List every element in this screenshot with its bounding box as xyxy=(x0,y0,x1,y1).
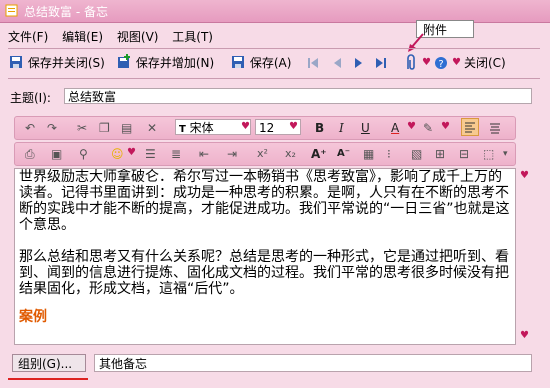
group-underline xyxy=(8,378,88,380)
attachment-icon[interactable] xyxy=(402,54,418,72)
insert-table-icon[interactable]: ▦ xyxy=(363,146,374,162)
subscript-icon[interactable]: x₂ xyxy=(285,146,296,162)
format-toolbar: ↶ ↷ ✂ ❐ ▤ ✕ T 宋体 ♥ 12 ♥ B I U A ♥ ✎ ♥ xyxy=(14,116,516,140)
heart-icon: ♥ xyxy=(422,57,431,68)
scroll-down-icon[interactable]: ♥ xyxy=(520,330,529,341)
save-close-button[interactable]: 保存并关闭(S) xyxy=(8,53,105,73)
subject-label: 主题(I): xyxy=(10,91,51,105)
previous-record-icon[interactable] xyxy=(330,56,344,70)
paragraph-toolbar: ⎙ ▣ ⚲ ☺ ♥ ☰ ≣ ⇤ ⇥ x² x₂ A⁺ A⁻ ▦ ⁝ ▧ ⊞ ⊟ … xyxy=(14,142,516,166)
save-close-icon xyxy=(10,56,22,68)
align-left-icon[interactable] xyxy=(461,118,479,136)
main-toolbar: 保存并关闭(S) 保存并增加(N) 保存(A) ♥ ? ♥ 关闭(C) xyxy=(8,53,514,73)
heart-icon: ♥ xyxy=(452,57,461,68)
numbered-list-icon[interactable]: ≣ xyxy=(171,146,181,162)
paste-icon[interactable]: ▤ xyxy=(121,120,132,136)
memo-window: 总结致富 - 备忘 附件 文件(F) 编辑(E) 视图(V) 工具(T) 保存并… xyxy=(0,0,550,388)
menu-bar: 文件(F) 编辑(E) 视图(V) 工具(T) xyxy=(8,28,223,46)
font-size-value: 12 xyxy=(259,121,275,135)
bullet-list-icon[interactable]: ☰ xyxy=(145,146,156,162)
editor-scrollbar[interactable]: ♥ ♥ xyxy=(516,168,534,343)
save-icon xyxy=(232,56,244,68)
next-record-icon[interactable] xyxy=(352,56,366,70)
first-record-icon[interactable] xyxy=(306,56,320,70)
save-add-button[interactable]: 保存并增加(N) xyxy=(116,53,214,73)
print-icon[interactable]: ⎙ xyxy=(25,146,35,162)
preview-icon[interactable]: ▣ xyxy=(51,146,62,162)
menu-tools[interactable]: 工具(T) xyxy=(172,28,213,45)
redo-icon[interactable]: ↷ xyxy=(47,120,57,136)
window-title: 总结致富 - 备忘 xyxy=(24,5,108,19)
menu-edit[interactable]: 编辑(E) xyxy=(62,28,103,45)
editor-paragraph: 世界级励志大师拿破仑．希尔写过一本畅销书《思考致富》，影响了成千上万的读者。记得… xyxy=(19,169,510,233)
save-label: 保存(A) xyxy=(249,56,292,70)
highlight-icon[interactable]: ✎ xyxy=(423,120,433,136)
grow-font-icon[interactable]: A⁺ xyxy=(311,146,327,162)
insert-object-icon[interactable]: ⬚ xyxy=(483,146,494,162)
scroll-up-icon[interactable]: ♥ xyxy=(520,170,529,181)
delete-icon[interactable]: ✕ xyxy=(147,120,157,136)
last-record-icon[interactable] xyxy=(374,56,388,70)
line-spacing-icon[interactable]: ⁝ xyxy=(387,146,391,162)
group-button[interactable]: 组别(G)... xyxy=(12,354,86,372)
insert-image-icon[interactable]: ▧ xyxy=(411,146,422,162)
save-button[interactable]: 保存(A) xyxy=(230,53,291,73)
editor-paragraph xyxy=(15,233,515,249)
insert-row-icon[interactable]: ⊞ xyxy=(435,146,445,162)
toolbar-more-icon[interactable]: ▾ xyxy=(503,146,508,162)
find-icon[interactable]: ⚲ xyxy=(79,146,88,162)
align-center-icon[interactable] xyxy=(487,120,503,136)
split-cell-icon[interactable]: ⊟ xyxy=(459,146,469,162)
close-label: 关闭(C) xyxy=(464,56,506,70)
memo-editor[interactable]: 世界级励志大师拿破仑．希尔写过一本畅销书《思考致富》，影响了成千上万的读者。记得… xyxy=(14,168,516,345)
category-field[interactable]: 其他备忘 xyxy=(94,354,532,372)
superscript-icon[interactable]: x² xyxy=(257,146,268,162)
emoji-icon[interactable]: ☺ xyxy=(111,146,124,162)
chevron-down-icon[interactable]: ♥ xyxy=(407,121,416,132)
undo-icon[interactable]: ↶ xyxy=(25,120,35,136)
subject-input[interactable]: 总结致富 xyxy=(64,88,532,104)
svg-text:?: ? xyxy=(438,59,443,70)
case-heading: 案例 xyxy=(19,309,47,325)
copy-icon[interactable]: ❐ xyxy=(99,120,110,136)
underline-icon[interactable]: U xyxy=(361,120,370,136)
cut-icon[interactable]: ✂ xyxy=(77,120,87,136)
shrink-font-icon[interactable]: A⁻ xyxy=(337,146,350,162)
font-type-icon: T xyxy=(179,124,186,135)
memo-app-icon xyxy=(5,4,18,17)
chevron-down-icon[interactable]: ♥ xyxy=(127,147,136,158)
menu-file[interactable]: 文件(F) xyxy=(8,28,48,45)
bold-icon[interactable]: B xyxy=(315,120,324,136)
save-add-label: 保存并增加(N) xyxy=(135,56,215,70)
callout-arrow xyxy=(408,33,424,52)
menu-view[interactable]: 视图(V) xyxy=(117,28,159,45)
font-name-value: 宋体 xyxy=(189,121,214,135)
decrease-indent-icon[interactable]: ⇤ xyxy=(199,146,209,162)
editor-paragraph xyxy=(15,297,515,309)
italic-icon[interactable]: I xyxy=(339,120,344,136)
menu-divider xyxy=(8,48,540,49)
font-color-icon[interactable]: A xyxy=(391,120,399,136)
toolbar-divider xyxy=(8,78,540,79)
increase-indent-icon[interactable]: ⇥ xyxy=(227,146,237,162)
font-name-select[interactable]: T 宋体 xyxy=(175,119,251,135)
close-button[interactable]: 关闭(C) xyxy=(464,53,506,73)
chevron-down-icon[interactable]: ♥ xyxy=(241,121,250,132)
chevron-down-icon[interactable]: ♥ xyxy=(289,121,298,132)
help-icon[interactable]: ? xyxy=(434,56,448,70)
save-close-label: 保存并关闭(S) xyxy=(27,56,105,70)
save-add-icon xyxy=(118,54,130,68)
editor-paragraph: 那么总结和思考又有什么关系呢？总结是思考的一种形式，它是通过把听到、看到、闻到的… xyxy=(19,249,509,297)
chevron-down-icon[interactable]: ♥ xyxy=(441,121,450,132)
